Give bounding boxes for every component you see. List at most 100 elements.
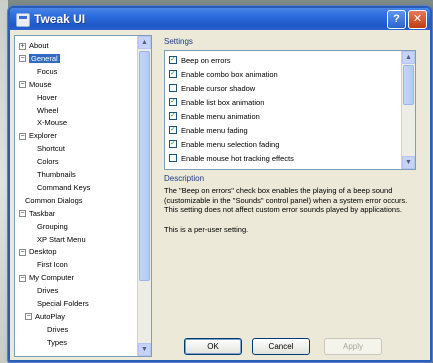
tree-item[interactable]: Special Folders xyxy=(37,298,89,309)
tree-item-label: Thumbnails xyxy=(37,170,76,179)
tree-item[interactable]: Wheel xyxy=(37,105,58,116)
checkbox-unchecked-icon[interactable] xyxy=(169,84,177,93)
tree-item[interactable]: X-Mouse xyxy=(37,117,67,128)
cancel-button[interactable]: Cancel xyxy=(252,338,310,355)
setting-item[interactable]: ✓ Beep on errors xyxy=(169,55,231,67)
tree-item-label: Desktop xyxy=(29,247,57,257)
tree-item[interactable]: − General xyxy=(19,53,60,64)
tree-item[interactable]: Command Keys xyxy=(37,182,90,193)
collapse-icon[interactable]: − xyxy=(19,210,26,218)
scroll-up-arrow-icon[interactable]: ▲ xyxy=(402,51,415,64)
setting-item[interactable]: ✓ Enable list box animation xyxy=(169,97,264,109)
tree-item[interactable]: Drives xyxy=(37,285,58,296)
tree-item-label: Shortcut xyxy=(37,144,65,154)
tree-item[interactable]: Common Dialogs xyxy=(25,195,83,206)
category-tree[interactable]: + About − General Focus − Mouse Hover Wheel X-Mou… xyxy=(14,35,152,357)
tree-item-label: Drives xyxy=(47,324,69,334)
tree-item[interactable]: − AutoPlay xyxy=(25,311,65,322)
collapse-icon[interactable]: − xyxy=(19,132,26,140)
settings-pane: Settings ✓ Beep on errors ✓ Enable combo bo… xyxy=(158,34,420,330)
setting-item[interactable]: Enable cursor shadow xyxy=(169,83,255,95)
title-bar[interactable]: Tweak UI ? ✕ xyxy=(10,8,430,30)
checkbox-checked-icon[interactable]: ✓ xyxy=(169,112,177,121)
collapse-icon[interactable]: − xyxy=(19,274,26,282)
tree-item-label: Taskbar xyxy=(29,208,56,218)
tree-item[interactable]: Focus xyxy=(37,66,57,77)
settings-scrollbar[interactable]: ▲ ▼ xyxy=(401,51,415,169)
setting-label: Enable menu fading xyxy=(181,126,248,135)
setting-label: Enable menu selection fading xyxy=(181,140,280,149)
checkbox-checked-icon[interactable]: ✓ xyxy=(169,98,177,107)
tree-item-label: My Computer xyxy=(29,273,75,283)
tree-item-label: Wheel xyxy=(37,105,59,115)
setting-item[interactable]: ✓ Enable combo box animation xyxy=(169,69,278,81)
tree-item[interactable]: − Taskbar xyxy=(19,208,55,219)
tree-item[interactable]: XP Start Menu xyxy=(37,234,86,245)
expand-icon[interactable]: + xyxy=(19,42,26,50)
tree-item[interactable]: Thumbnails xyxy=(37,169,76,180)
tree-item-label: Types xyxy=(47,337,68,347)
ok-button[interactable]: OK xyxy=(184,338,242,355)
tree-item-label: Grouping xyxy=(37,221,68,231)
tree-item-label: Explorer xyxy=(29,131,57,141)
apply-button[interactable]: Apply xyxy=(324,338,382,355)
checkbox-checked-icon[interactable]: ✓ xyxy=(169,56,177,65)
settings-label: Settings xyxy=(164,37,193,46)
tree-item-label: Mouse xyxy=(29,79,52,89)
scroll-down-arrow-icon[interactable]: ▼ xyxy=(402,156,415,169)
setting-item[interactable]: ✓ Enable menu selection fading xyxy=(169,139,279,151)
scroll-up-arrow-icon[interactable]: ▲ xyxy=(138,36,151,49)
setting-item[interactable]: ✓ Enable menu fading xyxy=(169,125,248,137)
setting-label: Enable list box animation xyxy=(181,98,265,107)
app-icon xyxy=(16,13,30,27)
tree-item[interactable]: − Mouse xyxy=(19,79,52,90)
scroll-thumb[interactable] xyxy=(139,51,150,281)
tree-item[interactable]: Colors xyxy=(37,156,59,167)
checkbox-checked-icon[interactable]: ✓ xyxy=(169,140,177,149)
tree-item[interactable]: − My Computer xyxy=(19,272,74,283)
window-title: Tweak UI xyxy=(34,12,86,26)
tree-item[interactable]: Hover xyxy=(37,92,57,103)
checkbox-unchecked-icon[interactable] xyxy=(169,154,177,163)
collapse-icon[interactable]: − xyxy=(19,55,26,63)
tree-item-label: General xyxy=(29,53,60,63)
tree-scrollbar[interactable]: ▲ ▼ xyxy=(137,36,151,356)
help-button[interactable]: ? xyxy=(387,10,406,29)
setting-item[interactable]: Enable mouse hot tracking effects xyxy=(169,153,294,165)
tree-item[interactable]: − Explorer xyxy=(19,130,57,141)
tweakui-window: Tweak UI ? ✕ + About − General Focus − Mouse Ho… xyxy=(8,6,432,362)
tree-item[interactable]: Grouping xyxy=(37,221,68,232)
tree-item[interactable]: Types xyxy=(47,337,67,348)
checkbox-checked-icon[interactable]: ✓ xyxy=(169,126,177,135)
close-button[interactable]: ✕ xyxy=(408,10,427,29)
tree-item[interactable]: − Desktop xyxy=(19,246,57,257)
description-text: The "Beep on errors" check box enables t… xyxy=(164,186,414,328)
collapse-icon[interactable]: − xyxy=(19,81,26,89)
settings-list[interactable]: ✓ Beep on errors ✓ Enable combo box animati… xyxy=(164,50,416,170)
tree-item-label: AutoPlay xyxy=(35,311,66,321)
tree-item-label: XP Start Menu xyxy=(37,234,86,244)
scroll-down-arrow-icon[interactable]: ▼ xyxy=(138,343,151,356)
tree-item-label: Special Folders xyxy=(37,299,89,308)
checkbox-checked-icon[interactable]: ✓ xyxy=(169,70,177,79)
tree-item[interactable]: + About xyxy=(19,40,49,51)
client-area: + About − General Focus − Mouse Hover Wheel X-Mou… xyxy=(10,30,430,360)
tree-item-label: Focus xyxy=(37,66,58,76)
collapse-icon[interactable]: − xyxy=(19,248,26,256)
setting-label: Enable cursor shadow xyxy=(181,84,256,93)
tree-item-label: First Icon xyxy=(37,260,68,270)
scroll-thumb[interactable] xyxy=(403,65,414,105)
description-paragraph: This is a per-user setting. xyxy=(164,224,249,234)
description-label: Description xyxy=(164,174,205,183)
tree-item[interactable]: Shortcut xyxy=(37,143,65,154)
tree-item-label: Common Dialogs xyxy=(25,195,83,205)
tree-item-label: About xyxy=(29,41,49,50)
tree-item[interactable]: First Icon xyxy=(37,259,68,270)
tree-item[interactable]: Drives xyxy=(47,324,68,335)
setting-label: Enable mouse hot tracking effects xyxy=(181,154,294,163)
dialog-buttons: OK Cancel Apply xyxy=(158,338,420,360)
collapse-icon[interactable]: − xyxy=(25,313,32,321)
setting-item[interactable]: ✓ Enable menu animation xyxy=(169,111,260,123)
tree-item-label: Drives xyxy=(37,286,59,296)
tree-item-label: X-Mouse xyxy=(37,118,68,128)
